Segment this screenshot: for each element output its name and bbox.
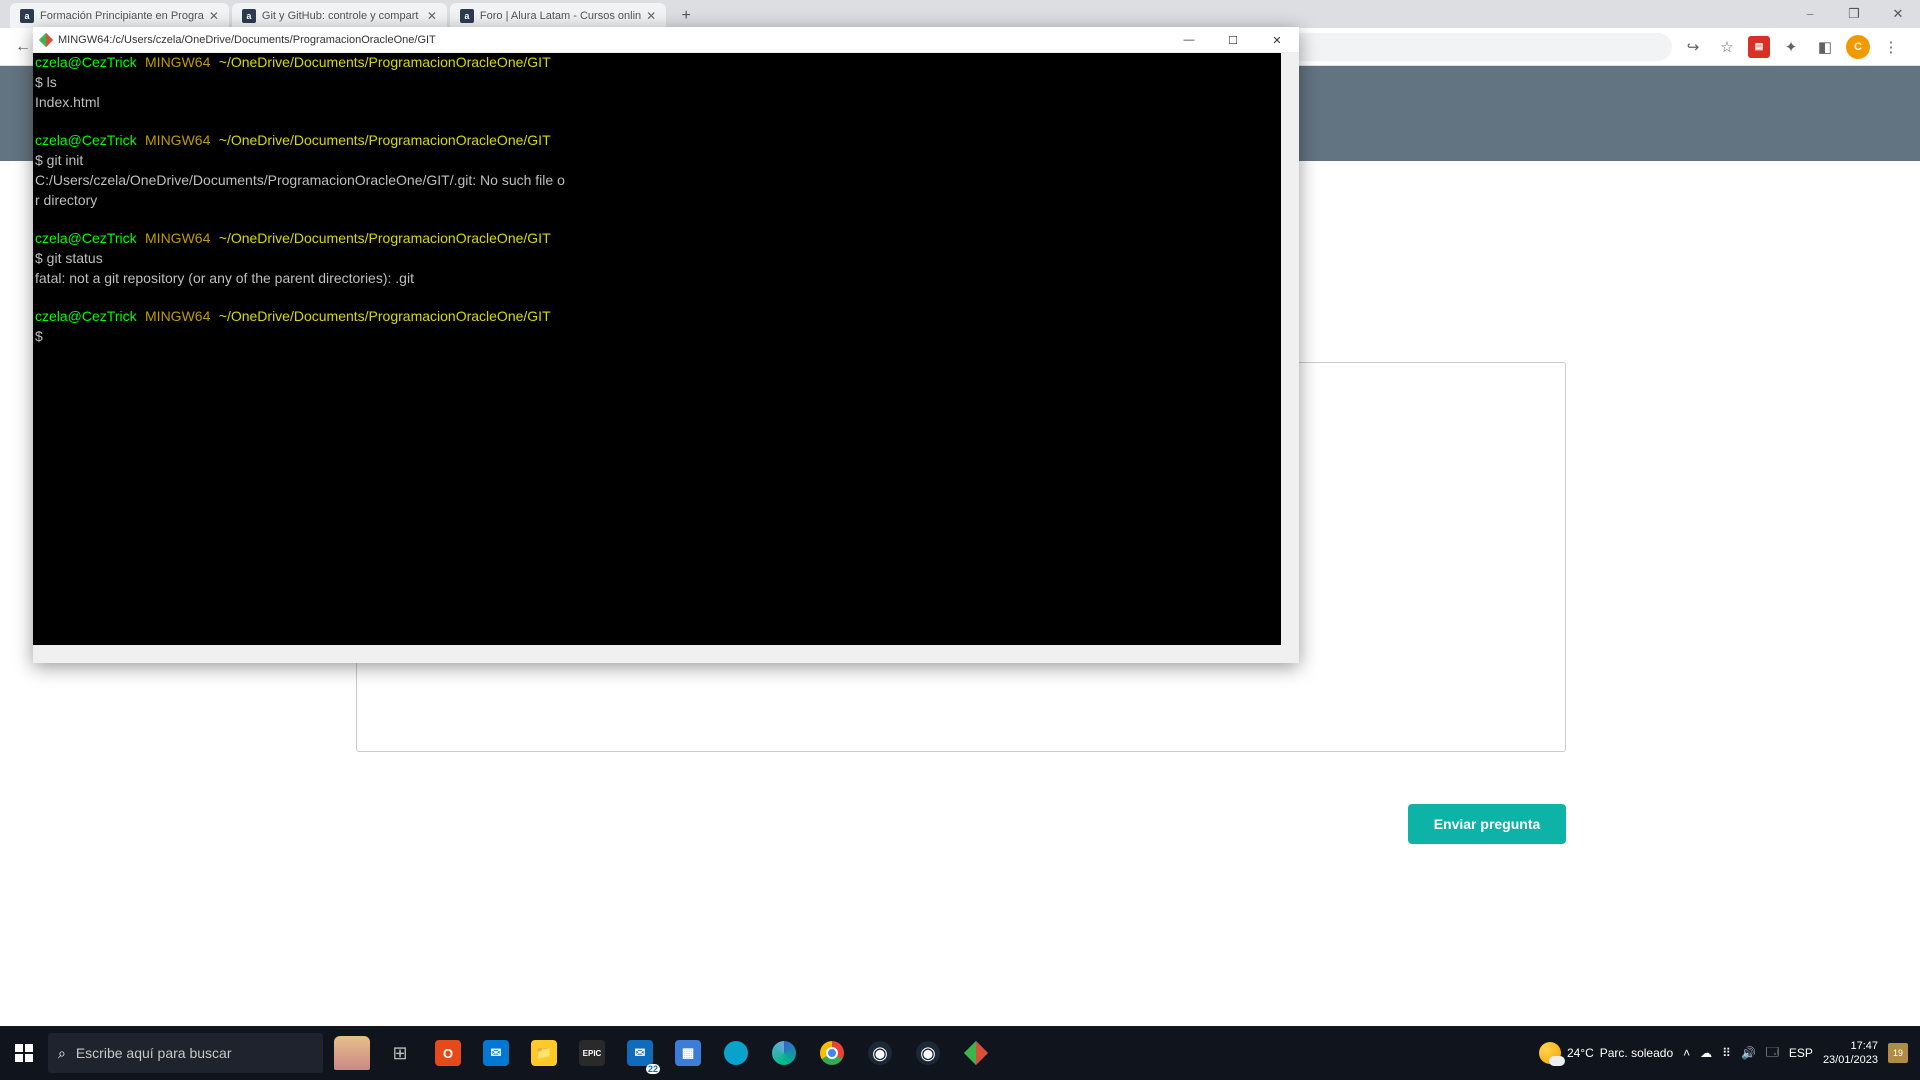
browser-tab[interactable]: a Foro | Alura Latam - Cursos onlin ✕ xyxy=(450,3,666,28)
bookmark-star-icon[interactable]: ☆ xyxy=(1714,34,1740,60)
extensions-icon[interactable]: ✦ xyxy=(1778,34,1804,60)
tab-close-icon[interactable]: ✕ xyxy=(427,9,437,23)
git-bash-window: MINGW64:/c/Users/czela/OneDrive/Document… xyxy=(33,27,1299,663)
minimize-button[interactable]: ⎯ xyxy=(1788,0,1832,28)
language-indicator[interactable]: ESP xyxy=(1789,1046,1813,1060)
edge-icon[interactable] xyxy=(760,1026,808,1080)
git-bash-logo-icon xyxy=(39,33,53,47)
submit-question-button[interactable]: Enviar pregunta xyxy=(1408,804,1566,844)
weather-icon xyxy=(1539,1042,1561,1064)
menu-icon[interactable]: ⋮ xyxy=(1878,34,1904,60)
onedrive-icon[interactable]: ☁ xyxy=(1700,1046,1712,1060)
volume-icon[interactable]: 🔊 xyxy=(1741,1046,1756,1060)
tab-title: Formación Principiante en Progra xyxy=(40,10,204,22)
side-panel-icon[interactable]: ◧ xyxy=(1812,34,1838,60)
tab-close-icon[interactable]: ✕ xyxy=(646,9,656,23)
weather-widget[interactable]: 24°C Parc. soleado xyxy=(1539,1042,1673,1064)
taskbar-search[interactable]: ⌕ Escribe aquí para buscar xyxy=(48,1033,323,1073)
battery-icon[interactable]: 🗔 xyxy=(1766,1043,1779,1064)
tab-favicon: a xyxy=(242,9,256,23)
maximize-button[interactable]: ❐ xyxy=(1832,0,1876,28)
wifi-icon[interactable]: ⠿ xyxy=(1722,1046,1731,1060)
terminal-output[interactable]: czela@CezTrick MINGW64 ~/OneDrive/Docume… xyxy=(33,53,1281,645)
start-button[interactable] xyxy=(0,1026,48,1080)
search-placeholder: Escribe aquí para buscar xyxy=(76,1045,232,1061)
close-button[interactable]: ✕ xyxy=(1876,0,1920,28)
system-tray: 24°C Parc. soleado ˄ ☁ ⠿ 🔊 🗔 ESP 17:47 2… xyxy=(1539,1039,1920,1067)
browser-window-controls: ⎯ ❐ ✕ xyxy=(1788,0,1920,28)
cortana-icon[interactable] xyxy=(328,1026,376,1080)
terminal-close-button[interactable]: ✕ xyxy=(1255,27,1299,53)
browser-tab-strip: a Formación Principiante en Progra ✕ a G… xyxy=(0,0,1920,28)
notifications-icon[interactable]: 19 xyxy=(1888,1043,1908,1063)
vpn-icon[interactable] xyxy=(712,1026,760,1080)
chrome-icon[interactable] xyxy=(808,1026,856,1080)
file-explorer-icon[interactable]: 📁 xyxy=(520,1026,568,1080)
new-tab-button[interactable]: + xyxy=(674,4,698,28)
browser-tab[interactable]: a Git y GitHub: controle y compart ✕ xyxy=(232,3,447,28)
terminal-title: MINGW64:/c/Users/czela/OneDrive/Document… xyxy=(58,34,436,46)
search-icon: ⌕ xyxy=(58,1045,66,1062)
clock-date: 23/01/2023 xyxy=(1823,1053,1878,1067)
tab-favicon: a xyxy=(460,9,474,23)
outlook-icon[interactable]: ✉ xyxy=(472,1026,520,1080)
taskbar-pinned-apps: ⊞ O ✉ 📁 EPIC ✉22 ▦ ◉ ◉ xyxy=(328,1026,1000,1080)
terminal-minimize-button[interactable]: — xyxy=(1167,27,1211,53)
terminal-titlebar[interactable]: MINGW64:/c/Users/czela/OneDrive/Document… xyxy=(33,27,1299,53)
taskbar-clock[interactable]: 17:47 23/01/2023 xyxy=(1823,1039,1878,1067)
share-icon[interactable]: ↪ xyxy=(1680,34,1706,60)
windows-taskbar: ⌕ Escribe aquí para buscar ⊞ O ✉ 📁 EPIC … xyxy=(0,1026,1920,1080)
tab-close-icon[interactable]: ✕ xyxy=(209,9,219,23)
clock-time: 17:47 xyxy=(1823,1039,1878,1053)
task-view-icon[interactable]: ⊞ xyxy=(376,1026,424,1080)
tab-title: Git y GitHub: controle y compart xyxy=(262,10,422,22)
chevron-up-icon[interactable]: ˄ xyxy=(1683,1046,1690,1060)
weather-label: Parc. soleado xyxy=(1600,1046,1673,1060)
terminal-scrollbar[interactable] xyxy=(1281,53,1299,645)
office-icon[interactable]: O xyxy=(424,1026,472,1080)
tab-title: Foro | Alura Latam - Cursos onlin xyxy=(480,10,641,22)
mail-icon[interactable]: ✉22 xyxy=(616,1026,664,1080)
steam-icon[interactable]: ◉ xyxy=(856,1026,904,1080)
terminal-bottom-border xyxy=(33,645,1299,663)
git-bash-taskbar-icon[interactable] xyxy=(952,1026,1000,1080)
terminal-maximize-button[interactable]: ☐ xyxy=(1211,27,1255,53)
epic-games-icon[interactable]: EPIC xyxy=(568,1026,616,1080)
calculator-icon[interactable]: ▦ xyxy=(664,1026,712,1080)
steam2-icon[interactable]: ◉ xyxy=(904,1026,952,1080)
tab-favicon: a xyxy=(20,9,34,23)
pdf-extension-icon[interactable]: ▤ xyxy=(1748,36,1770,58)
profile-avatar[interactable]: C xyxy=(1846,35,1870,59)
weather-temp: 24°C xyxy=(1567,1046,1594,1060)
browser-tab[interactable]: a Formación Principiante en Progra ✕ xyxy=(10,3,229,28)
